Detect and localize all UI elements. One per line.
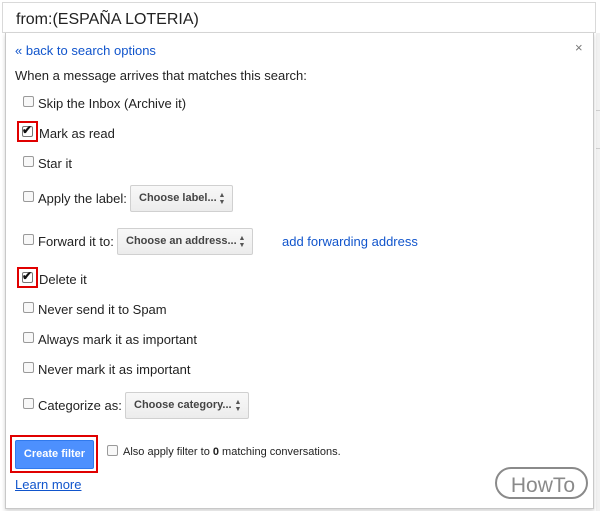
learn-more-link[interactable]: Learn more — [15, 477, 81, 492]
delete-it-label: Delete it — [39, 272, 87, 287]
search-bar[interactable]: from:(ESPAÑA LOTERIA) — [2, 2, 596, 33]
apply-to-matching-prefix: Also apply filter to — [123, 446, 213, 458]
select-arrows-icon: ▲ ▼ — [218, 192, 226, 206]
mark-as-read-checkbox[interactable]: ✔ — [22, 123, 33, 137]
never-spam-checkbox[interactable] — [23, 302, 34, 313]
select-arrows-icon: ▲ ▼ — [234, 399, 242, 413]
mark-as-read-label: Mark as read — [39, 126, 115, 141]
skip-inbox-label: Skip the Inbox (Archive it) — [38, 96, 187, 111]
categorize-checkbox[interactable] — [23, 398, 34, 409]
create-filter-button[interactable]: Create filter — [15, 440, 94, 469]
apply-to-matching-label: Also apply filter to 0 matching conversa… — [123, 446, 341, 458]
never-important-checkbox[interactable] — [23, 362, 34, 373]
filter-intro-text: When a message arrives that matches this… — [15, 68, 307, 83]
choose-address-select[interactable]: Choose an address... ▲ ▼ — [117, 228, 253, 255]
apply-label-label: Apply the label: — [38, 191, 127, 206]
delete-it-checkbox[interactable]: ✔ — [22, 269, 33, 283]
background-edge — [596, 33, 600, 511]
forward-checkbox[interactable] — [23, 234, 34, 245]
background-divider — [596, 148, 600, 149]
always-important-label: Always mark it as important — [38, 332, 197, 347]
skip-inbox-checkbox[interactable] — [23, 96, 34, 107]
select-arrows-icon: ▲ ▼ — [238, 235, 246, 249]
apply-to-matching-checkbox[interactable] — [107, 445, 118, 456]
forward-label: Forward it to: — [38, 234, 114, 249]
checkmark-icon: ✔ — [22, 123, 33, 137]
never-important-label: Never mark it as important — [38, 362, 191, 377]
categorize-label: Categorize as: — [38, 398, 122, 413]
choose-address-value: Choose an address... — [126, 235, 237, 247]
close-icon[interactable]: × — [575, 40, 583, 55]
checkmark-icon: ✔ — [22, 269, 33, 283]
choose-category-value: Choose category... — [134, 399, 232, 411]
choose-label-value: Choose label... — [139, 192, 217, 204]
back-to-search-options-link[interactable]: « back to search options — [15, 43, 156, 58]
choose-label-select[interactable]: Choose label... ▲ ▼ — [130, 185, 233, 212]
apply-label-checkbox[interactable] — [23, 191, 34, 202]
choose-category-select[interactable]: Choose category... ▲ ▼ — [125, 392, 249, 419]
background-divider — [596, 110, 600, 111]
never-spam-label: Never send it to Spam — [38, 302, 167, 317]
star-it-checkbox[interactable] — [23, 156, 34, 167]
always-important-checkbox[interactable] — [23, 332, 34, 343]
add-forwarding-address-link[interactable]: add forwarding address — [282, 234, 418, 249]
howto-watermark-logo: HowTo — [495, 467, 588, 499]
search-query[interactable]: from:(ESPAÑA LOTERIA) — [16, 11, 199, 29]
watermark-text: HowTo — [511, 474, 575, 497]
star-it-label: Star it — [38, 156, 72, 171]
apply-to-matching-suffix: matching conversations. — [219, 446, 341, 458]
